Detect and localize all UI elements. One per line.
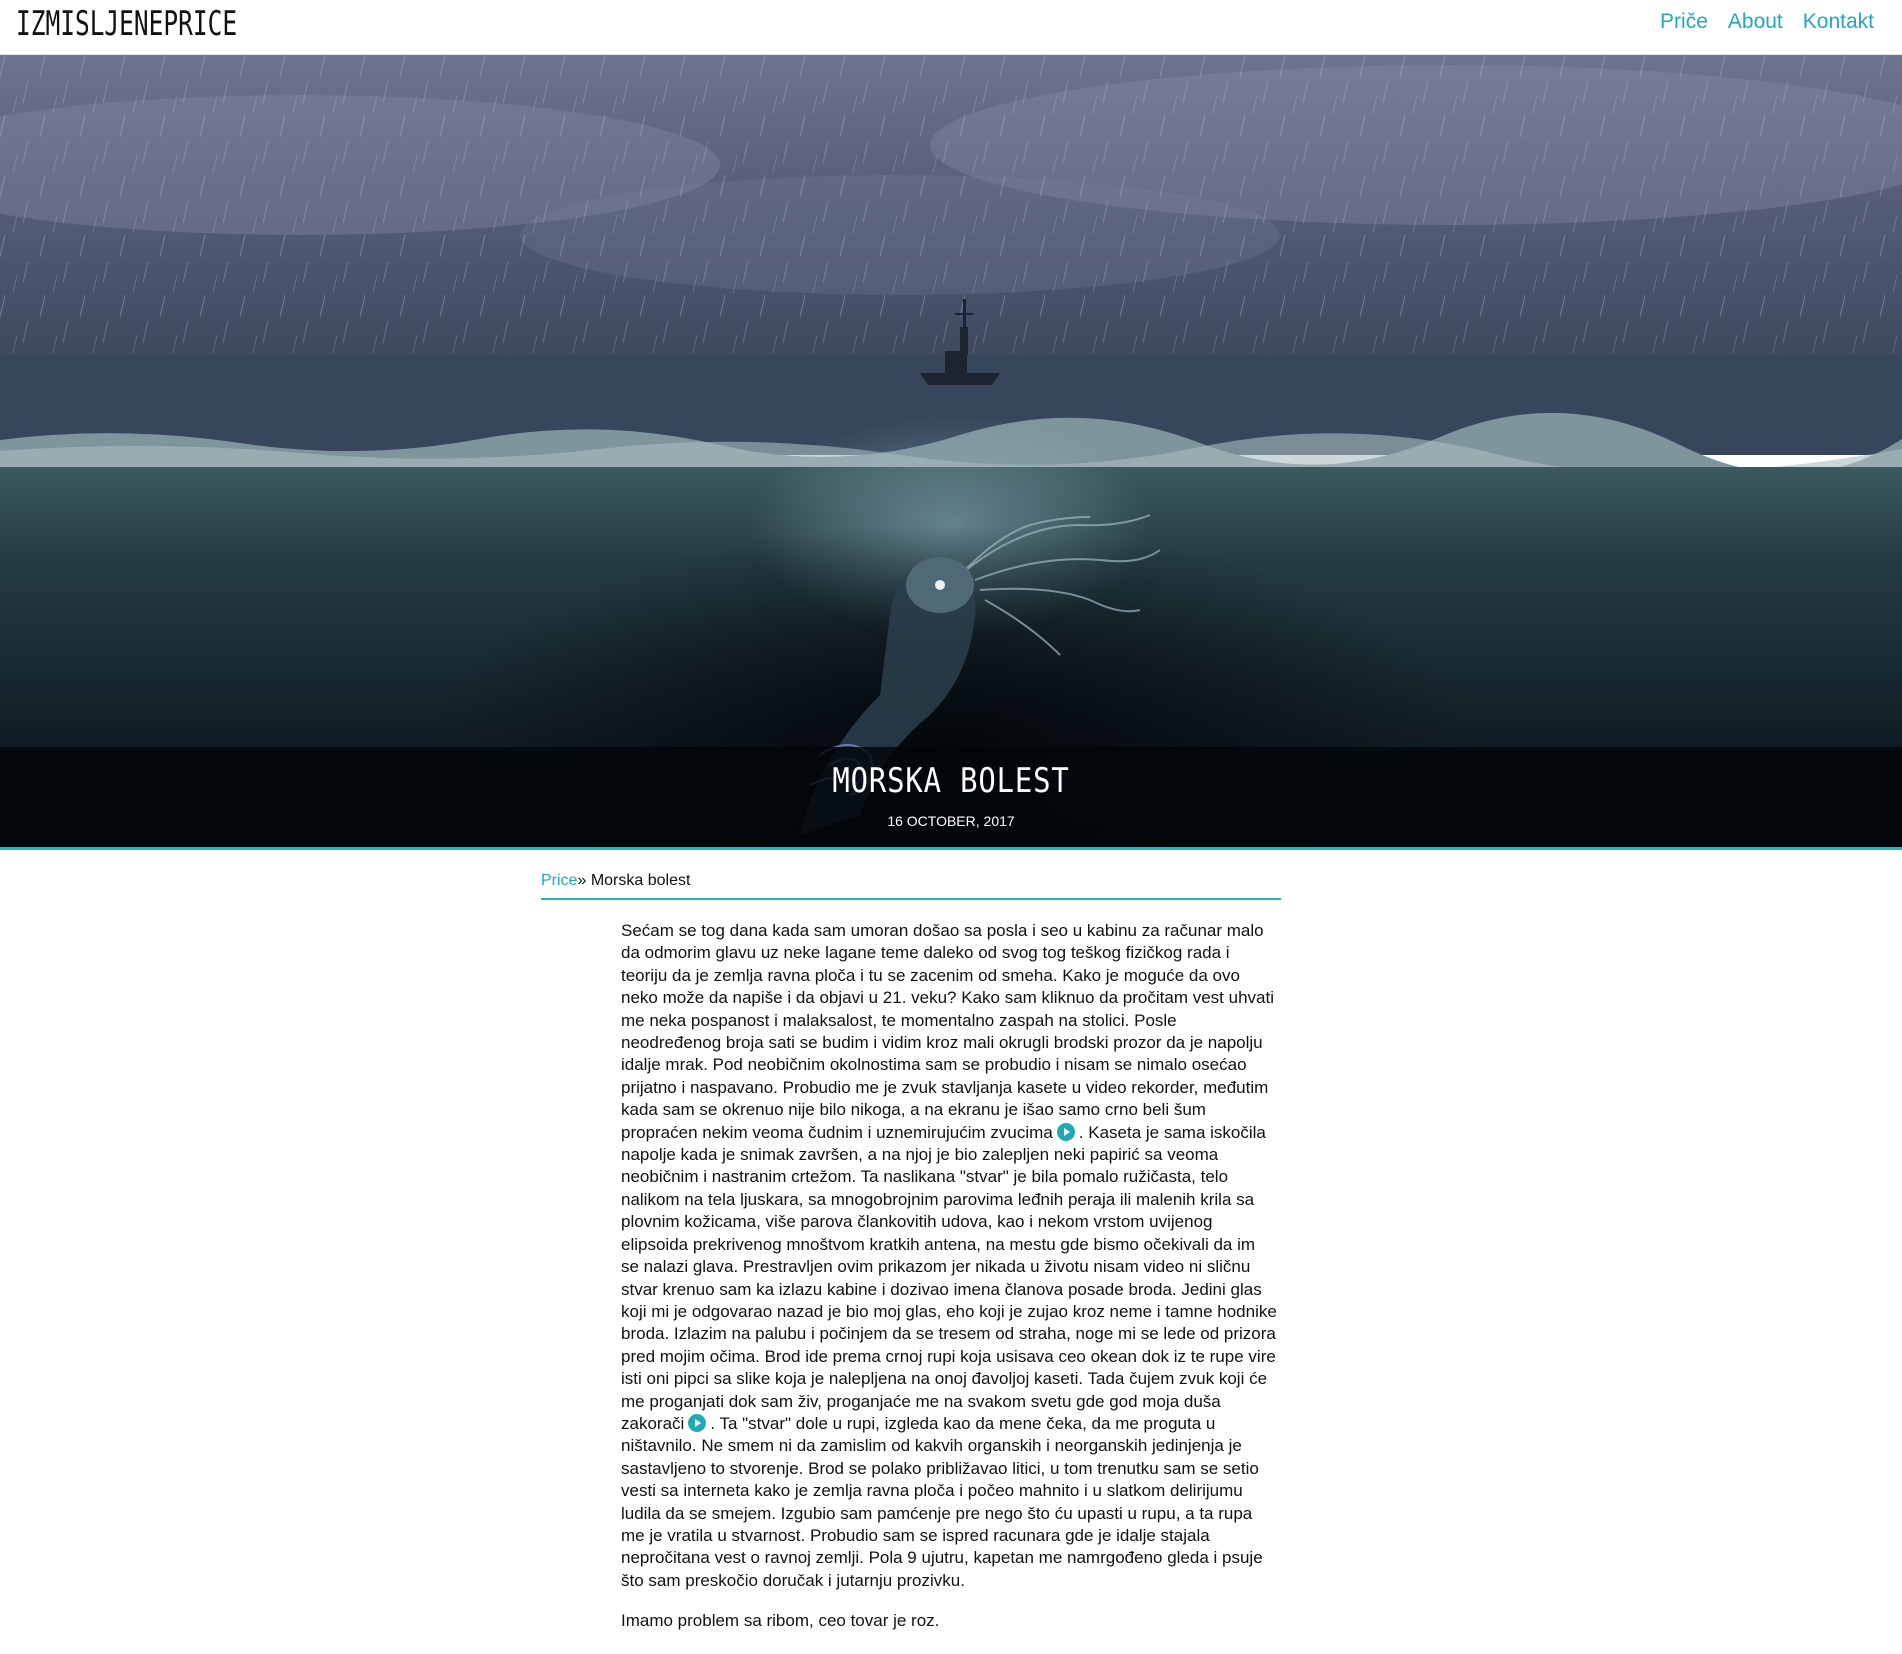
hero-illustration [0, 55, 1902, 847]
article-text: . Kaseta je sama iskočila napolje kada j… [621, 1122, 1277, 1433]
post-title: Morska bolest [832, 761, 1070, 801]
post-date: 16 October, 2017 [887, 813, 1015, 829]
top-navbar: IzmisljenePrice Priče About Kontakt [0, 0, 1902, 55]
hero-caption: Morska bolest 16 October, 2017 [0, 747, 1902, 847]
nav-link-price[interactable]: Priče [1660, 10, 1708, 34]
article-text: Sećam se tog dana kada sam umoran došao … [621, 921, 1274, 1142]
nav-link-kontakt[interactable]: Kontakt [1803, 10, 1874, 34]
play-audio-icon[interactable] [1056, 1122, 1075, 1141]
article-paragraph: Imamo problem sa ribom, ceo tovar je roz… [621, 1611, 940, 1631]
nav-link-about[interactable]: About [1728, 10, 1783, 34]
breadcrumb-separator: » [577, 872, 587, 889]
post-content: Price» Morska bolest Sećam se tog dana k… [541, 872, 1281, 1633]
main-nav: Priče About Kontakt [1660, 10, 1874, 34]
breadcrumb-current: Morska bolest [590, 872, 691, 889]
site-logo[interactable]: IzmisljenePrice [16, 4, 237, 44]
breadcrumb-link-price[interactable]: Price [541, 872, 577, 889]
hero-banner: Morska bolest 16 October, 2017 [0, 55, 1902, 850]
breadcrumb: Price» Morska bolest [541, 872, 1281, 900]
play-audio-icon[interactable] [688, 1413, 707, 1432]
article-body: Sećam se tog dana kada sam umoran došao … [621, 920, 1277, 1633]
article-text: . Ta "stvar" dole u rupi, izgleda kao da… [621, 1413, 1263, 1590]
article-paragraph: Sećam se tog dana kada sam umoran došao … [621, 920, 1277, 1592]
